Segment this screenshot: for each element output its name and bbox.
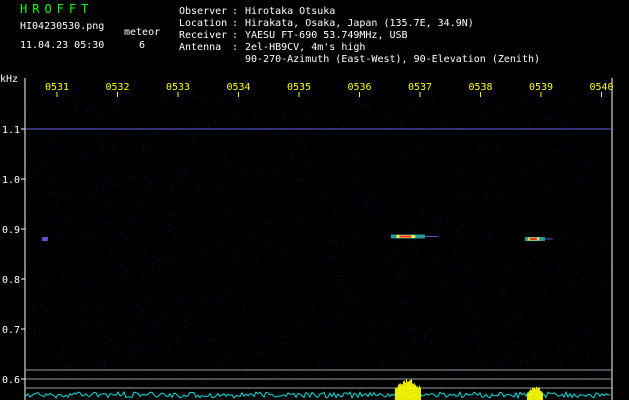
antenna-value: 2el-HB9CV, 4m's high — [245, 42, 366, 53]
y-tick-label: 0.8 — [2, 275, 20, 286]
meteor-label: meteor — [124, 27, 161, 38]
antenna-value-line2: 90-270-Azimuth (East-West), 90-Elevation… — [245, 54, 541, 65]
y-tick-label: 1.0 — [2, 175, 20, 186]
colon: : — [232, 42, 239, 53]
x-tick-label: 0532 — [105, 82, 129, 93]
colon: : — [232, 6, 239, 17]
colon: : — [232, 30, 239, 41]
observer-label: Observer — [179, 6, 228, 17]
receiver-value: YAESU FT-690 53.749MHz, USB — [245, 30, 408, 41]
meteor-count: 6 — [139, 40, 146, 51]
y-tick-label: 0.9 — [2, 225, 20, 236]
y-tick-label: 0.7 — [2, 325, 20, 336]
location-value: Hirakata, Osaka, Japan (135.7E, 34.9N) — [245, 18, 474, 29]
x-tick-label: 0533 — [166, 82, 190, 93]
x-tick-label: 0535 — [287, 82, 311, 93]
x-tick-label: 0534 — [226, 82, 250, 93]
y-tick-label: 0.6 — [2, 375, 20, 386]
x-tick-label: 0539 — [529, 82, 553, 93]
observer-value: Hirotaka Otsuka — [245, 6, 336, 17]
x-tick-label: 0536 — [347, 82, 371, 93]
x-tick-label: 0538 — [468, 82, 492, 93]
antenna-label: Antenna — [179, 42, 222, 53]
x-tick-label: 0537 — [408, 82, 432, 93]
x-tick-label: 0531 — [45, 82, 69, 93]
meteor-echo — [41, 237, 48, 241]
y-unit-label: kHz — [0, 74, 19, 85]
x-tick-label: 0540 — [589, 82, 613, 93]
location-label: Location — [179, 18, 228, 29]
filename-label: HI04230530.png — [20, 21, 105, 32]
colon: : — [232, 18, 239, 29]
datetime-label: 11.04.23 05:30 — [20, 40, 105, 51]
receiver-label: Receiver — [179, 30, 228, 41]
y-tick-label: 1.1 — [2, 125, 20, 136]
app-title: HROFFT — [20, 2, 94, 16]
